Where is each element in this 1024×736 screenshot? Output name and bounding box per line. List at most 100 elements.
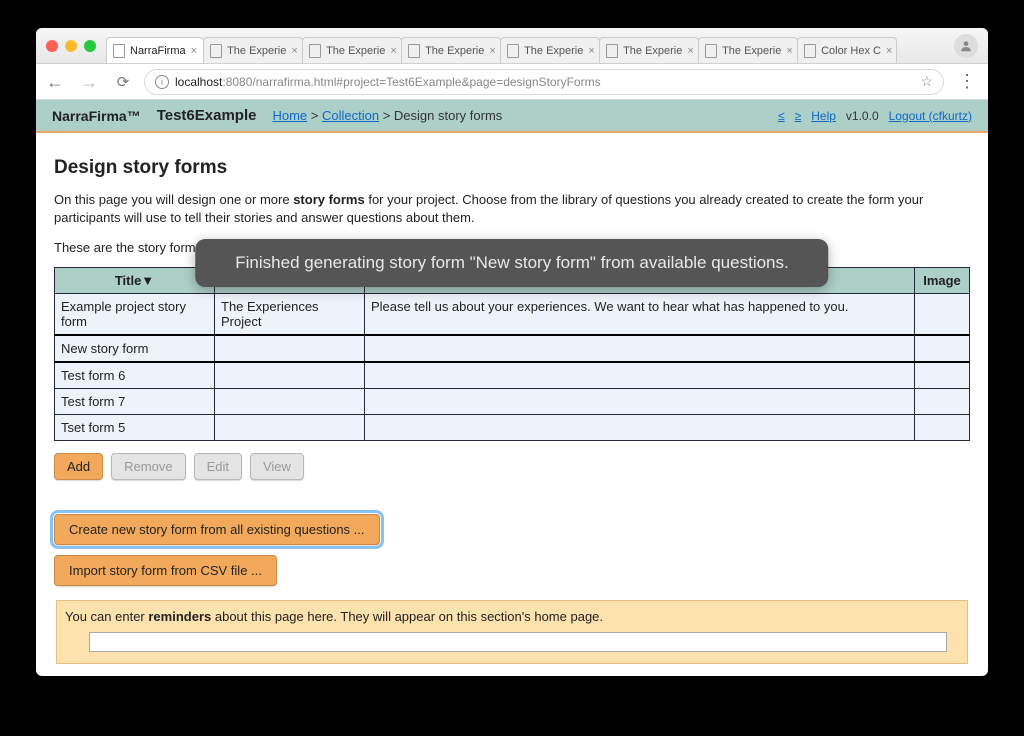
help-link[interactable]: Help: [811, 109, 836, 123]
cell-intro: [365, 362, 915, 389]
close-tab-icon[interactable]: ×: [291, 45, 297, 57]
cell-short: Test form 6: [55, 362, 215, 389]
col-header-image[interactable]: Image: [915, 268, 970, 294]
close-tab-icon[interactable]: ×: [588, 45, 594, 57]
browser-tab[interactable]: The Experie ×: [203, 37, 303, 63]
cell-image: [915, 362, 970, 389]
cell-image: [915, 294, 970, 336]
cell-image: [915, 389, 970, 415]
site-info-icon[interactable]: i: [155, 75, 169, 89]
breadcrumb-home[interactable]: Home: [272, 108, 307, 123]
close-tab-icon[interactable]: ×: [489, 45, 495, 57]
browser-tab[interactable]: Color Hex C ×: [797, 37, 897, 63]
story-forms-table: Title▼ Title Introduction Image Example …: [54, 267, 970, 441]
cell-short: Example project story form: [55, 294, 215, 336]
browser-tab[interactable]: The Experie ×: [698, 37, 798, 63]
reminder-input[interactable]: [89, 632, 947, 652]
view-button[interactable]: View: [250, 453, 304, 480]
browser-tabs: NarraFirma × The Experie × The Experie × The E…: [106, 28, 946, 63]
cell-title: The Experiences Project: [215, 294, 365, 336]
page-icon: [606, 44, 618, 58]
close-tab-icon[interactable]: ×: [687, 45, 693, 57]
page-icon: [113, 44, 125, 58]
remove-button[interactable]: Remove: [111, 453, 185, 480]
tab-label: The Experie: [227, 45, 286, 57]
close-window-icon[interactable]: [46, 40, 58, 52]
add-button[interactable]: Add: [54, 453, 103, 480]
cell-short: Test form 7: [55, 389, 215, 415]
cell-short: New story form: [55, 335, 215, 362]
browser-window: NarraFirma × The Experie × The Experie × The E…: [36, 28, 988, 676]
app-header: NarraFirma™ Test6Example Home > Collecti…: [36, 100, 988, 133]
table-row[interactable]: Test form 6: [55, 362, 970, 389]
import-csv-button[interactable]: Import story form from CSV file ...: [54, 555, 277, 586]
forward-button[interactable]: →: [76, 69, 102, 95]
reminder-box: You can enter reminders about this page …: [56, 600, 968, 664]
back-button[interactable]: ←: [42, 69, 68, 95]
tab-label: The Experie: [326, 45, 385, 57]
reload-button[interactable]: ⟳: [110, 69, 136, 95]
page-icon: [804, 44, 816, 58]
bookmark-icon[interactable]: ☆: [920, 73, 933, 90]
page-icon: [309, 44, 321, 58]
address-bar: ← → ⟳ i localhost:8080/narrafirma.html#p…: [36, 64, 988, 100]
minimize-window-icon[interactable]: [65, 40, 77, 52]
browser-tab[interactable]: NarraFirma ×: [106, 37, 204, 63]
page-icon: [408, 44, 420, 58]
table-row[interactable]: New story form: [55, 335, 970, 362]
browser-tab[interactable]: The Experie ×: [302, 37, 402, 63]
page-intro: On this page you will design one or more…: [54, 191, 970, 226]
maximize-window-icon[interactable]: [84, 40, 96, 52]
page-icon: [507, 44, 519, 58]
breadcrumb-current: Design story forms: [394, 108, 502, 123]
cell-intro: Please tell us about your experiences. W…: [365, 294, 915, 336]
tab-label: Color Hex C: [821, 45, 881, 57]
browser-tab[interactable]: The Experie ×: [500, 37, 600, 63]
version-label: v1.0.0: [846, 109, 879, 123]
window-controls: [46, 40, 96, 52]
browser-tab[interactable]: The Experie ×: [599, 37, 699, 63]
close-tab-icon[interactable]: ×: [191, 45, 197, 57]
browser-menu-icon[interactable]: ⋮: [952, 71, 982, 92]
cell-intro: [365, 415, 915, 441]
tab-label: The Experie: [722, 45, 781, 57]
cell-image: [915, 335, 970, 362]
edit-button[interactable]: Edit: [194, 453, 242, 480]
cell-title: [215, 335, 365, 362]
toast-message: Finished generating story form "New stor…: [195, 239, 828, 287]
close-tab-icon[interactable]: ×: [390, 45, 396, 57]
url-field[interactable]: i localhost:8080/narrafirma.html#project…: [144, 69, 944, 95]
breadcrumb: Home > Collection > Design story forms: [272, 108, 502, 123]
tab-label: The Experie: [524, 45, 583, 57]
logout-link[interactable]: Logout (cfkurtz): [889, 109, 972, 123]
brand: NarraFirma™: [52, 108, 141, 124]
url-path: /narrafirma.html#project=Test6Example&pa…: [252, 75, 600, 89]
col-header-title-sorted[interactable]: Title▼: [55, 268, 215, 294]
cell-intro: [365, 389, 915, 415]
page-icon: [705, 44, 717, 58]
table-row[interactable]: Example project story formThe Experience…: [55, 294, 970, 336]
close-tab-icon[interactable]: ×: [786, 45, 792, 57]
profile-avatar-icon[interactable]: [954, 34, 978, 58]
cell-intro: [365, 335, 915, 362]
create-from-all-button[interactable]: Create new story form from all existing …: [54, 514, 380, 545]
cell-short: Tset form 5: [55, 415, 215, 441]
tab-label: The Experie: [623, 45, 682, 57]
reminder-label: You can enter reminders about this page …: [65, 609, 959, 624]
content-area: Finished generating story form "New stor…: [36, 133, 988, 676]
close-tab-icon[interactable]: ×: [886, 45, 892, 57]
browser-tab[interactable]: The Experie×: [401, 37, 501, 63]
url-port: :8080: [222, 75, 252, 89]
cell-title: [215, 362, 365, 389]
cell-title: [215, 415, 365, 441]
next-page-link[interactable]: ≥: [795, 109, 802, 123]
url-host: localhost: [175, 75, 222, 89]
table-row[interactable]: Tset form 5: [55, 415, 970, 441]
tab-label: NarraFirma: [130, 45, 186, 57]
header-right: ≤ ≥ Help v1.0.0 Logout (cfkurtz): [778, 109, 972, 123]
breadcrumb-collection[interactable]: Collection: [322, 108, 379, 123]
project-name: Test6Example: [157, 107, 257, 124]
page-icon: [210, 44, 222, 58]
table-row[interactable]: Test form 7: [55, 389, 970, 415]
prev-page-link[interactable]: ≤: [778, 109, 785, 123]
